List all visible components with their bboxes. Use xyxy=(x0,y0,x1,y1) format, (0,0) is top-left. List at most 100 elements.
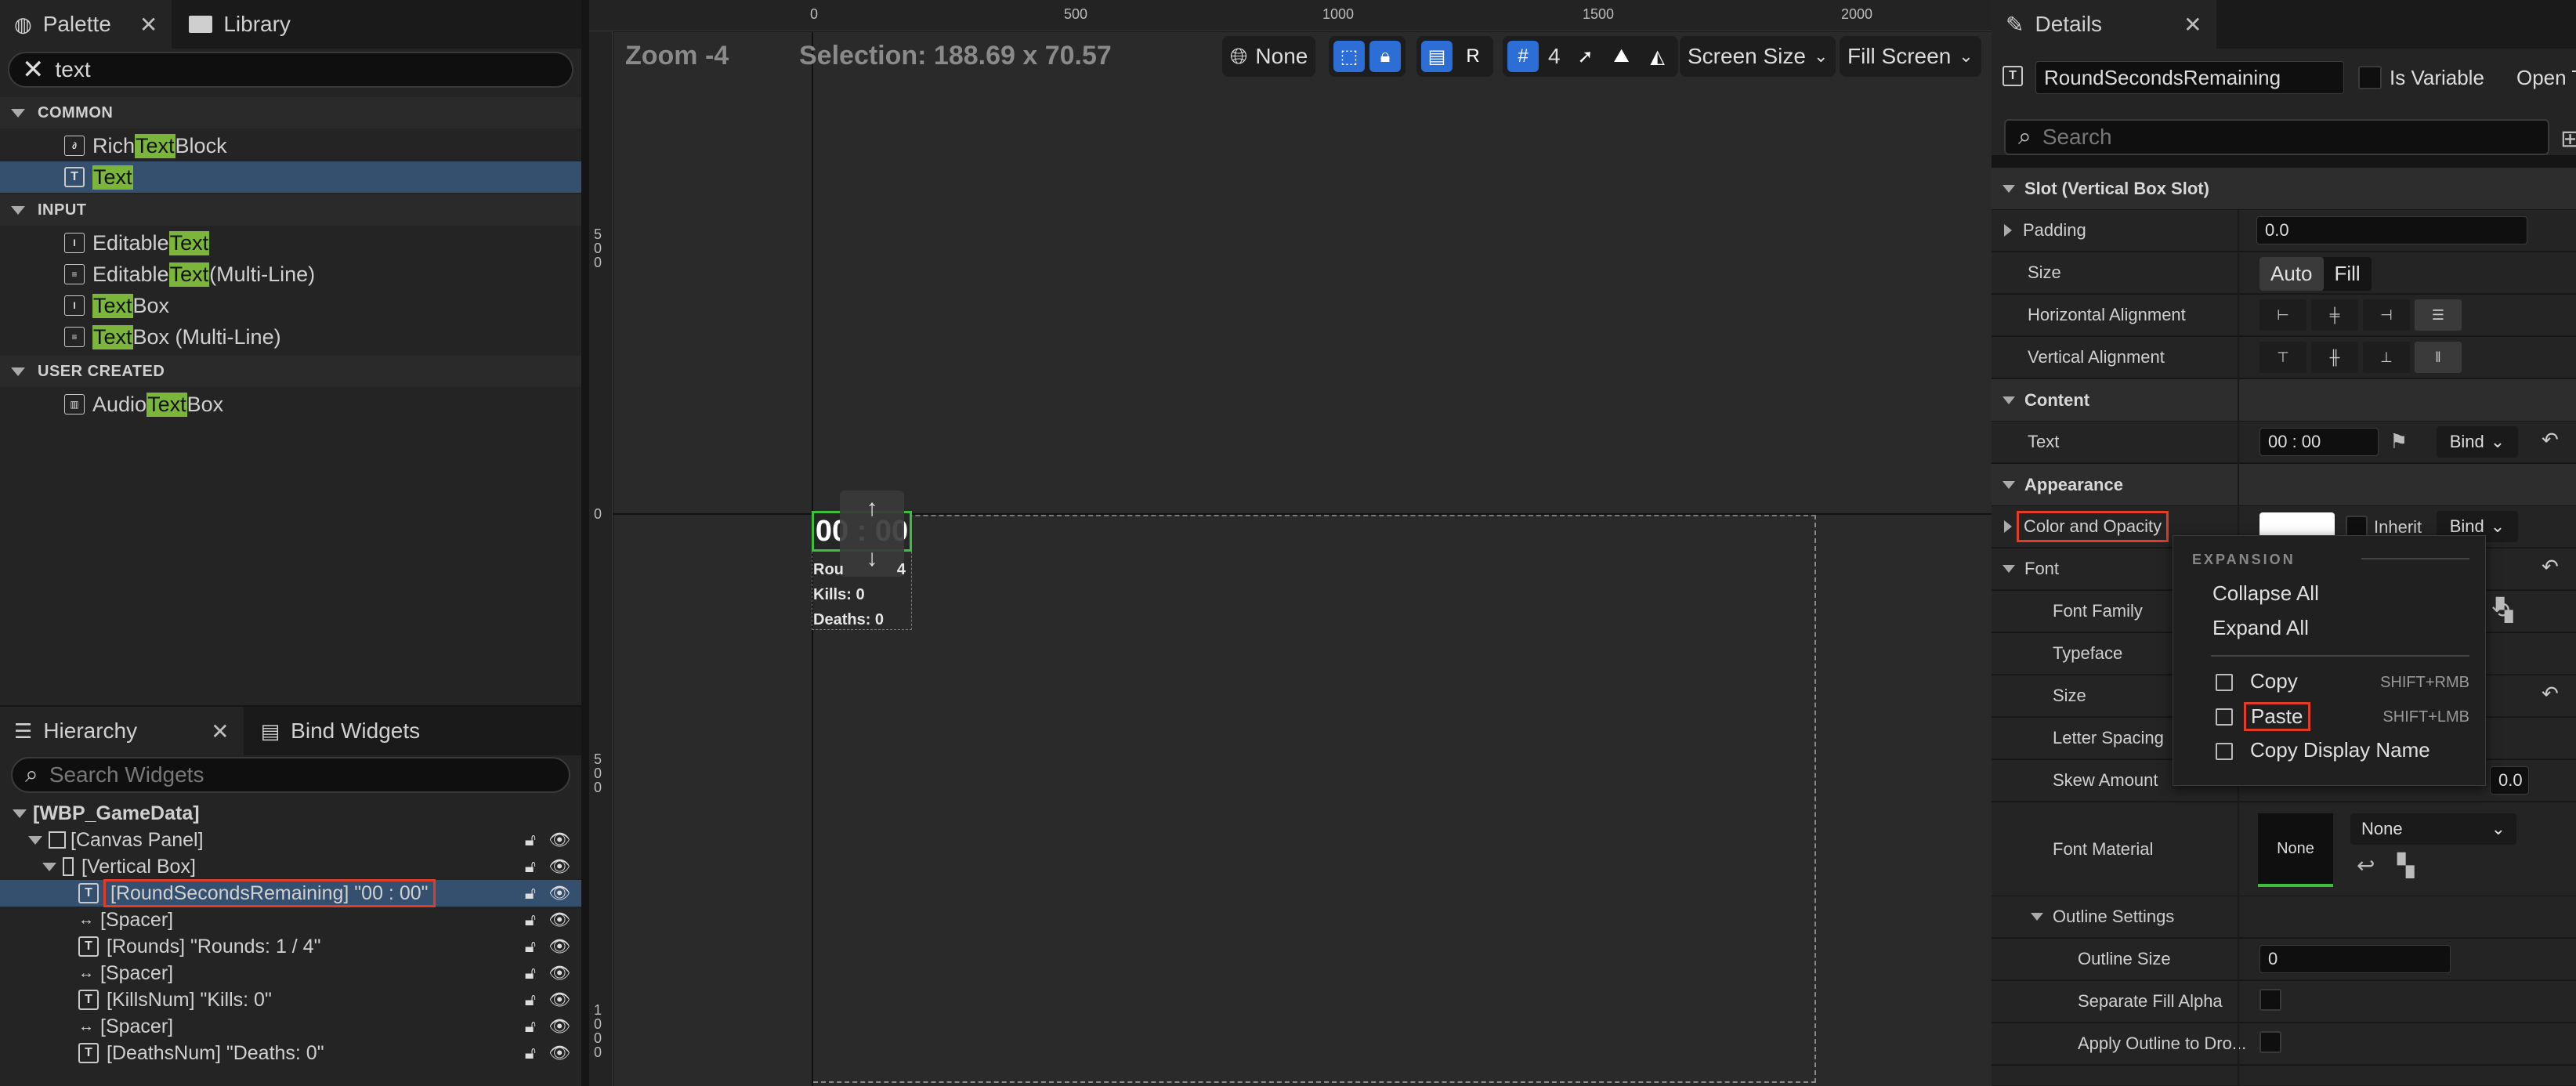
menu-item-paste[interactable]: Paste xyxy=(2244,702,2310,731)
lock-icon[interactable]: 🔒︎ xyxy=(1369,41,1401,72)
font-material-dropdown[interactable]: None ⌄ xyxy=(2350,813,2516,845)
eye-icon[interactable]: 👁︎ xyxy=(548,1016,570,1037)
align-fill-icon[interactable]: ☰ xyxy=(2415,299,2462,331)
eye-icon[interactable]: 👁︎ xyxy=(548,883,570,903)
palette-item-rich-text-block[interactable]: ∂ Rich Text Block xyxy=(0,130,581,161)
lock-icon[interactable]: 🔓︎ xyxy=(525,830,536,850)
screen-size-dropdown[interactable]: Screen Size ⌄ xyxy=(1680,36,1836,77)
align-left-icon[interactable]: ⊢ xyxy=(2259,299,2306,331)
align-right-icon[interactable]: ⊣ xyxy=(2363,299,2410,331)
reset-to-default-icon[interactable]: ↶ xyxy=(2542,428,2559,452)
hierarchy-row-spacer[interactable]: ↔ [Spacer] 🔓︎ 👁︎ xyxy=(0,960,581,986)
tab-hierarchy[interactable]: ☰ Hierarchy ✕ xyxy=(0,707,244,755)
text-value-field[interactable]: 00 : 00 xyxy=(2259,428,2379,456)
tab-details[interactable]: ✎ Details ✕ xyxy=(1992,0,2216,49)
property-matrix-icon[interactable]: ⊞ xyxy=(2560,125,2576,153)
apply-outline-checkbox[interactable] xyxy=(2259,1031,2281,1053)
palette-item-editable-text-multiline[interactable]: ≡ Editable Text (Multi-Line) xyxy=(0,259,581,290)
details-category-appearance[interactable]: Appearance xyxy=(1992,464,2576,505)
lock-icon[interactable]: 🔓︎ xyxy=(525,1043,536,1063)
close-icon[interactable]: ✕ xyxy=(139,12,157,38)
hierarchy-row-vertical-box[interactable]: [Vertical Box] 🔓︎ 👁︎ xyxy=(0,853,581,880)
lock-icon[interactable]: 🔓︎ xyxy=(525,856,536,877)
separate-fill-alpha-checkbox[interactable] xyxy=(2259,989,2281,1011)
hierarchy-row-kills[interactable]: T [KillsNum] "Kills: 0" 🔓︎ 👁︎ xyxy=(0,986,581,1013)
hierarchy-row-spacer[interactable]: ↔ [Spacer] 🔓︎ 👁︎ xyxy=(0,907,581,933)
localize-flag-icon[interactable]: ⚑ xyxy=(2390,429,2408,454)
lock-icon[interactable]: 🔓︎ xyxy=(525,990,536,1010)
hierarchy-row-deaths[interactable]: T [DeathsNum] "Deaths: 0" 🔓︎ 👁︎ xyxy=(0,1040,581,1066)
align-center-icon[interactable]: ╪ xyxy=(2311,299,2358,331)
details-category-slot[interactable]: Slot (Vertical Box Slot) xyxy=(1992,168,2576,209)
hierarchy-row-root[interactable]: [WBP_GameData] xyxy=(0,800,581,827)
eye-icon[interactable]: 👁︎ xyxy=(548,936,570,957)
outline-size-field[interactable]: 0 xyxy=(2259,945,2451,973)
hierarchy-row-rounds[interactable]: T [Rounds] "Rounds: 1 / 4" 🔓︎ 👁︎ xyxy=(0,933,581,960)
tab-bind-widgets[interactable]: ▤ Bind Widgets xyxy=(247,707,435,755)
mirror-icon[interactable]: ◭ xyxy=(1642,41,1673,72)
reset-to-default-icon[interactable]: ↶ xyxy=(2542,555,2559,579)
pointer-icon[interactable]: ➚ xyxy=(1570,41,1601,72)
grid-snap-value[interactable]: 4 xyxy=(1543,44,1565,69)
palette-category-input[interactable]: INPUT xyxy=(0,194,581,226)
palette-item-text-box-multiline[interactable]: ≡ Text Box (Multi-Line) xyxy=(0,321,581,353)
tab-library[interactable]: Library xyxy=(175,0,305,49)
inherit-checkbox[interactable] xyxy=(2346,516,2368,538)
size-auto-option[interactable]: Auto xyxy=(2259,257,2324,291)
align-fill-vertical-icon[interactable]: ‖ xyxy=(2415,342,2462,373)
palette-category-user-created[interactable]: USER CREATED xyxy=(0,356,581,387)
align-middle-icon[interactable]: ╫ xyxy=(2311,342,2358,373)
lock-icon[interactable]: 🔓︎ xyxy=(525,936,536,957)
details-search-input[interactable]: ⌕ Search xyxy=(2004,119,2549,155)
respect-locks-button[interactable]: R xyxy=(1457,41,1489,72)
align-bottom-icon[interactable]: ⊥ xyxy=(2363,342,2410,373)
palette-item-editable-text[interactable]: I Editable Text xyxy=(0,227,581,259)
palette-category-common[interactable]: COMMON xyxy=(0,97,581,129)
palette-search-input[interactable]: ✕ text xyxy=(8,52,573,88)
eye-icon[interactable]: 👁︎ xyxy=(548,990,570,1010)
lock-icon[interactable]: 🔓︎ xyxy=(525,910,536,930)
hierarchy-row-spacer[interactable]: ↔ [Spacer] 🔓︎ 👁︎ xyxy=(0,1013,581,1040)
bind-dropdown[interactable]: Bind ⌄ xyxy=(2437,426,2518,458)
reset-to-default-icon[interactable]: ↶ xyxy=(2542,682,2559,706)
menu-item-collapse-all[interactable]: Collapse All xyxy=(2212,581,2319,606)
browse-asset-icon[interactable]: ▚ xyxy=(2397,853,2415,878)
eye-icon[interactable]: 👁︎ xyxy=(548,1043,570,1063)
palette-item-text-box[interactable]: I Text Box xyxy=(0,290,581,321)
layout-mode-icon[interactable]: ▤ xyxy=(1421,41,1453,72)
menu-item-expand-all[interactable]: Expand All xyxy=(2212,616,2309,640)
padding-field[interactable]: 0.0 xyxy=(2256,216,2527,244)
palette-item-text[interactable]: T Text xyxy=(0,161,581,193)
is-variable-checkbox[interactable] xyxy=(2358,66,2382,89)
eye-icon[interactable]: 👁︎ xyxy=(548,910,570,930)
lock-icon[interactable]: 🔓︎ xyxy=(525,963,536,983)
localization-toolbar[interactable]: 🌐︎ None xyxy=(1222,36,1316,77)
close-icon[interactable]: ✕ xyxy=(2183,12,2202,38)
hierarchy-row-canvas-panel[interactable]: [Canvas Panel] 🔓︎ 👁︎ xyxy=(0,827,581,853)
font-material-thumbnail[interactable]: None xyxy=(2258,813,2333,887)
palette-item-audio-text-box[interactable]: ▥ Audio Text Box xyxy=(0,389,581,420)
hierarchy-search-input[interactable]: ⌕ Search Widgets xyxy=(11,757,570,793)
folder-search-icon[interactable]: ▚ xyxy=(2496,597,2513,623)
grid-snap-icon[interactable]: # xyxy=(1507,41,1539,72)
size-fill-option[interactable]: Fill xyxy=(2324,257,2372,291)
close-icon[interactable]: ✕ xyxy=(211,719,229,744)
tab-palette[interactable]: ◍ Palette ✕ xyxy=(0,0,172,49)
chevron-right-icon[interactable] xyxy=(2004,224,2012,237)
eye-icon[interactable]: 👁︎ xyxy=(548,856,570,877)
chevron-down-icon[interactable] xyxy=(2003,565,2015,573)
fill-screen-dropdown[interactable]: Fill Screen ⌄ xyxy=(1840,36,1981,77)
hierarchy-row-round-seconds[interactable]: T [RoundSecondsRemaining] "00 : 00" 🔓︎ 👁︎ xyxy=(0,879,581,907)
details-category-content[interactable]: Content xyxy=(1992,379,2576,421)
menu-item-copy[interactable]: Copy xyxy=(2250,669,2298,693)
clear-search-icon[interactable]: ✕ xyxy=(22,54,45,85)
widget-name-field[interactable]: RoundSecondsRemaining xyxy=(2035,61,2344,94)
use-selected-asset-icon[interactable]: ↩ xyxy=(2357,853,2375,878)
open-button[interactable]: Open T xyxy=(2516,66,2576,90)
skew-amount-field[interactable]: 0.0 xyxy=(2490,766,2529,795)
marquee-select-icon[interactable]: ⬚ xyxy=(1333,41,1365,72)
eye-icon[interactable]: 👁︎ xyxy=(548,830,570,850)
eye-icon[interactable]: 👁︎ xyxy=(548,963,570,983)
lock-icon[interactable]: 🔓︎ xyxy=(525,883,536,903)
lock-icon[interactable]: 🔓︎ xyxy=(525,1016,536,1037)
